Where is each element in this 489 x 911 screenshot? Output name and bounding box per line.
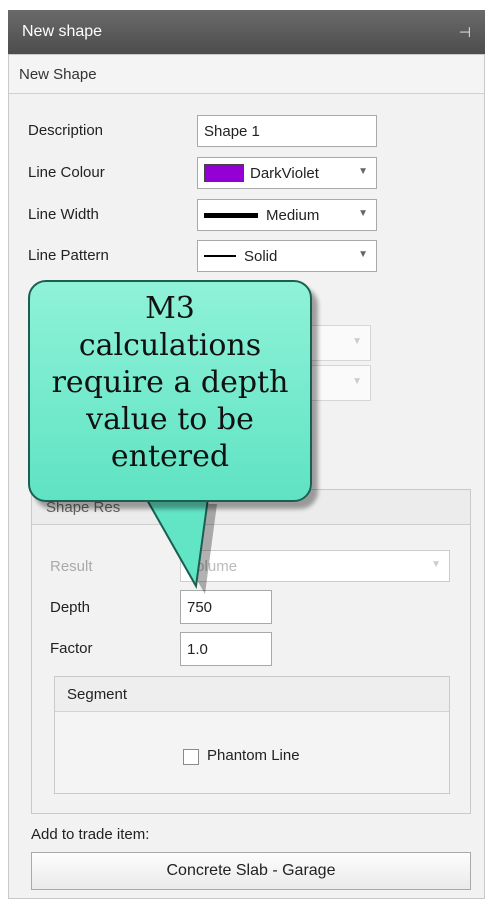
colour-swatch: [204, 164, 244, 182]
callout-line-4: value to be: [86, 402, 254, 437]
description-label: Description: [28, 122, 104, 139]
phantom-line-label[interactable]: Phantom Line: [207, 747, 300, 764]
panel-title-bar: New shape ⊣: [8, 10, 485, 54]
factor-value: 1.0: [187, 640, 208, 658]
callout-line-2: calculations: [78, 328, 262, 363]
depth-value: 750: [187, 598, 213, 616]
chevron-down-icon: ▼: [358, 166, 368, 177]
line-pattern-label: Line Pattern: [28, 247, 109, 264]
line-colour-dropdown[interactable]: DarkViolet ▼: [197, 157, 377, 189]
result-label: Result: [50, 558, 93, 575]
callout-tooltip: M3 calculations require a depth value to…: [28, 280, 312, 502]
chevron-down-icon: ▼: [431, 559, 441, 570]
factor-input[interactable]: 1.0: [180, 632, 272, 666]
segment-header: Segment: [55, 677, 449, 712]
result-value: Volume: [187, 557, 238, 575]
phantom-line-checkbox[interactable]: [183, 749, 199, 765]
line-pattern-dropdown[interactable]: Solid ▼: [197, 240, 377, 272]
line-colour-value: DarkViolet: [250, 164, 319, 182]
trade-item-label: Add to trade item:: [31, 826, 150, 843]
shape-result-group: Shape Res Result Volume ▼ Depth 750 Fact…: [31, 489, 471, 814]
segment-group: Segment Phantom Line: [54, 676, 450, 794]
pin-icon[interactable]: ⊣: [459, 24, 471, 41]
chevron-down-icon: ▼: [352, 376, 362, 387]
depth-label: Depth: [50, 599, 91, 616]
callout-line-5: entered: [110, 439, 230, 474]
line-colour-label: Line Colour: [28, 164, 105, 181]
chevron-down-icon: ▼: [358, 208, 368, 219]
panel-title: New shape: [22, 23, 103, 40]
line-width-preview: [204, 212, 258, 218]
result-dropdown[interactable]: Volume ▼: [180, 550, 450, 582]
description-value: Shape 1: [204, 122, 260, 140]
description-input[interactable]: Shape 1: [197, 115, 377, 147]
callout-line-3: require a depth: [51, 365, 289, 400]
trade-item-button-label: Concrete Slab - Garage: [166, 862, 336, 879]
line-width-value: Medium: [266, 206, 320, 224]
factor-label: Factor: [50, 640, 93, 657]
line-width-dropdown[interactable]: Medium ▼: [197, 199, 377, 231]
depth-input[interactable]: 750: [180, 590, 272, 624]
line-width-label: Line Width: [28, 206, 99, 223]
line-pattern-value: Solid: [244, 247, 278, 265]
callout-line-1: M3: [145, 291, 195, 326]
line-pattern-preview: [204, 255, 236, 257]
chevron-down-icon: ▼: [358, 249, 368, 260]
panel-heading: New Shape: [9, 55, 484, 94]
trade-item-button[interactable]: Concrete Slab - Garage: [31, 852, 471, 890]
chevron-down-icon: ▼: [352, 336, 362, 347]
